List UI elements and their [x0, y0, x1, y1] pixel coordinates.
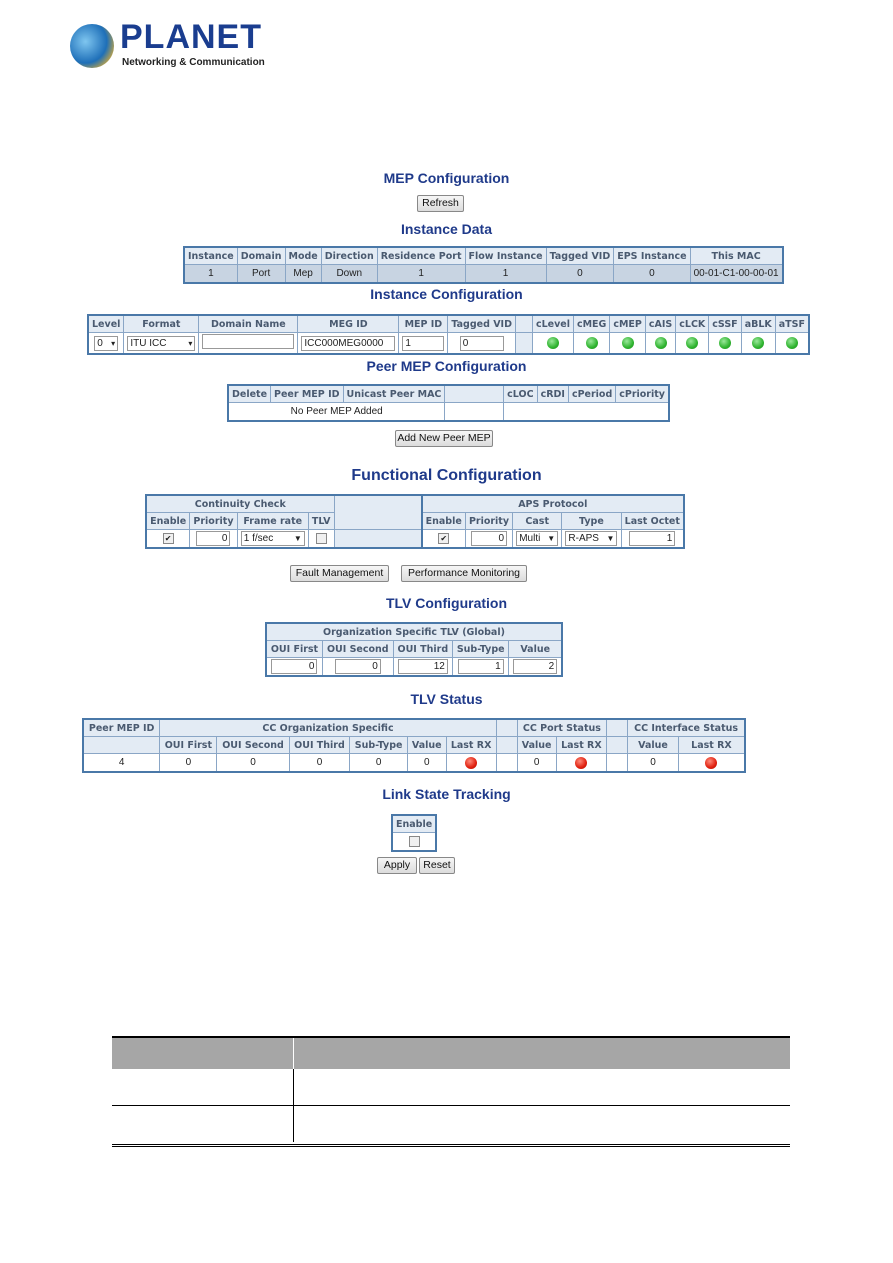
tlv-status-table: Peer MEP ID CC Organization Specific CC Po… [82, 718, 746, 773]
peer-mep-table: Delete Peer MEP ID Unicast Peer MAC cLOC cRD… [227, 384, 670, 422]
instance-config-table: Level Format Domain Name MEG ID MEP ID Tagged… [87, 314, 810, 355]
tlv-config-title: TLV Configuration [385, 595, 508, 611]
oui-second-input[interactable]: 0 [334, 659, 381, 674]
cast-select[interactable]: Multi ▼ [516, 531, 559, 546]
domain-name-input[interactable] [202, 334, 295, 349]
cc-enable-checkbox[interactable]: ✔ [162, 532, 174, 544]
instance-config-title: Instance Configuration [370, 286, 523, 302]
functional-config-title: Functional Configuration [351, 467, 542, 484]
org-last-rx-led [465, 756, 478, 769]
add-new-peer-mep-button[interactable]: Add New Peer MEP [395, 430, 493, 447]
cais-led [654, 337, 667, 349]
planet-logo: PLANET Networking & Communication [70, 18, 265, 72]
format-select[interactable]: ITU ICC ▾ [127, 335, 196, 351]
meg-id-input[interactable]: ICC000MEG0000 [301, 335, 396, 351]
peer-mep-title: Peer MEP Configuration [366, 358, 527, 374]
instance-data-title: Instance Data [400, 221, 493, 237]
aps-priority-input[interactable]: 0 [471, 531, 507, 546]
tagged-vid-input[interactable]: 0 [459, 335, 504, 351]
chevron-down-icon: ▼ [547, 534, 556, 543]
tlv-config-table: Organization Specific TLV (Global) OUI F… [265, 622, 563, 677]
ablk-led [752, 337, 765, 349]
functional-config-table: Continuity Check APS Protocol Enable Prior… [145, 494, 685, 549]
no-peer-message: No Peer MEP Added [227, 402, 446, 422]
refresh-button[interactable]: Refresh [417, 195, 464, 212]
chevron-down-icon: ▼ [293, 534, 302, 543]
instance-data-table: Instance Domain Mode Direction Residence Por… [183, 246, 784, 284]
page: PLANET Networking & Communication MEP Co… [0, 0, 893, 1263]
globe-icon [70, 24, 114, 68]
apply-button[interactable]: Apply [377, 857, 417, 874]
reset-button[interactable]: Reset [419, 857, 455, 874]
value-input[interactable]: 2 [513, 659, 558, 674]
sub-type-input[interactable]: 1 [457, 659, 504, 674]
oui-third-input[interactable]: 12 [397, 659, 448, 674]
tlv-checkbox[interactable] [315, 532, 327, 544]
cssf-led [718, 337, 731, 349]
link-state-enable-checkbox[interactable] [408, 835, 420, 847]
fault-management-button[interactable]: Fault Management [290, 565, 389, 582]
atsf-led [785, 337, 798, 349]
oui-first-input[interactable]: 0 [271, 659, 318, 674]
table-row: 40000000 [82, 753, 746, 773]
cmeg-led [585, 337, 598, 349]
clck-led [686, 337, 699, 349]
port-last-rx-led [575, 756, 588, 769]
cmep-led [621, 337, 634, 349]
frame-rate-select[interactable]: 1 f/sec ▼ [240, 531, 305, 546]
aps-enable-checkbox[interactable]: ✔ [438, 532, 450, 544]
mep-id-input[interactable]: 1 [402, 335, 445, 351]
performance-monitoring-button[interactable]: Performance Monitoring [401, 565, 527, 582]
chevron-down-icon: ▾ [188, 338, 193, 348]
chevron-down-icon: ▼ [606, 534, 615, 543]
table-header-row [112, 1038, 790, 1069]
link-state-table: Enable [391, 814, 438, 852]
table-row: 1 Port Mep Down 1 1 0 0 00-01-C1-00-00-01 [183, 264, 784, 284]
if-last-rx-led [705, 756, 718, 769]
last-octet-input[interactable]: 1 [629, 531, 676, 546]
tlv-status-title: TLV Status [410, 691, 483, 707]
link-state-title: Link State Tracking [382, 786, 511, 802]
cc-priority-input[interactable]: 0 [196, 531, 231, 546]
clevel-led [546, 337, 559, 349]
parameter-table [112, 1036, 790, 1147]
type-select[interactable]: R-APS ▼ [565, 531, 618, 546]
mep-title: MEP Configuration [383, 170, 510, 186]
level-select[interactable]: 0 ▾ [94, 335, 119, 351]
chevron-down-icon: ▾ [111, 338, 116, 348]
